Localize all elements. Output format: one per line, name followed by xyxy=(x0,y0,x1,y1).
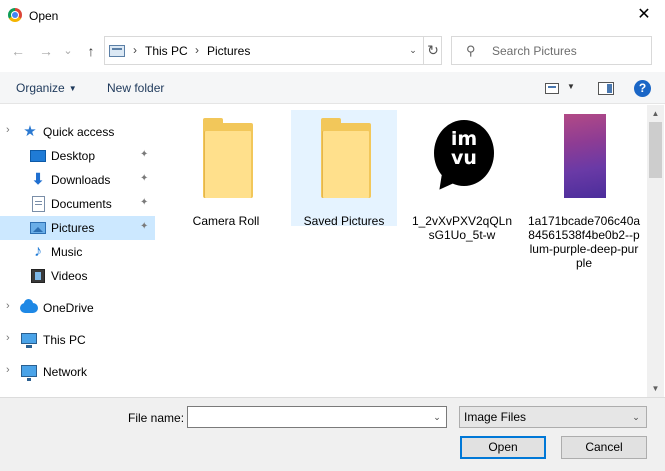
documents-icon xyxy=(32,196,45,212)
downloads-icon: ⬇ xyxy=(31,171,45,188)
nav-item-videos[interactable]: Videos xyxy=(0,264,155,288)
address-bar[interactable]: › This PC › Pictures ⌄ ↻ xyxy=(104,36,442,65)
expand-chevron-icon[interactable]: › xyxy=(6,300,10,312)
scrollbar-thumb[interactable] xyxy=(649,122,662,178)
scroll-up-icon[interactable]: ▲ xyxy=(647,105,664,122)
nav-item-onedrive[interactable]: › OneDrive xyxy=(0,296,155,320)
file-item-saved-pictures[interactable]: Saved Pictures xyxy=(291,110,397,228)
breadcrumb-separator: › xyxy=(133,43,137,57)
nav-label: Desktop xyxy=(51,149,96,163)
nav-item-network[interactable]: › Network xyxy=(0,360,155,384)
vertical-scrollbar[interactable]: ▲ ▼ xyxy=(647,105,664,397)
organize-label: Organize xyxy=(16,81,65,95)
nav-label: Downloads xyxy=(51,173,111,187)
pictures-location-icon xyxy=(109,45,125,57)
image-thumbnail xyxy=(564,114,606,198)
help-icon[interactable]: ? xyxy=(634,80,651,97)
chevron-down-icon: ▼ xyxy=(68,84,77,93)
desktop-icon xyxy=(30,150,46,162)
breadcrumb-pictures[interactable]: Pictures xyxy=(207,44,250,58)
file-item-purple-image[interactable]: 1a171bcade706c40a84561538f4be0b2--plum-p… xyxy=(527,110,641,280)
up-arrow-icon[interactable]: ↑ xyxy=(82,42,100,60)
pin-icon: ✦ xyxy=(140,197,149,208)
chrome-app-icon xyxy=(8,8,22,22)
new-folder-button[interactable]: New folder xyxy=(107,81,164,95)
nav-label: OneDrive xyxy=(43,301,94,315)
organize-button[interactable]: Organize ▼ xyxy=(16,81,77,95)
scroll-down-icon[interactable]: ▼ xyxy=(647,380,664,397)
file-item-camera-roll[interactable]: Camera Roll xyxy=(173,110,279,228)
window-title: Open xyxy=(29,9,59,23)
back-arrow-icon[interactable]: ← xyxy=(9,42,27,60)
thumbnail-logo-text: im vu xyxy=(450,128,478,169)
file-type-value: Image Files xyxy=(464,410,527,424)
nav-label: Quick access xyxy=(43,125,115,139)
nav-label: Music xyxy=(51,245,83,259)
nav-item-this-pc[interactable]: › This PC xyxy=(0,328,155,352)
folder-icon xyxy=(203,118,253,198)
open-button[interactable]: Open xyxy=(460,436,546,459)
cancel-button[interactable]: Cancel xyxy=(561,436,647,459)
pictures-icon xyxy=(30,222,46,234)
file-name-label: File name: xyxy=(128,411,185,425)
music-icon: ♪ xyxy=(34,243,42,260)
nav-item-pictures[interactable]: Pictures ✦ xyxy=(0,216,155,240)
title-bar: Open ✕ xyxy=(0,0,665,32)
nav-label: Pictures xyxy=(51,221,95,235)
close-icon[interactable]: ✕ xyxy=(636,6,652,24)
pin-icon: ✦ xyxy=(140,173,149,184)
expand-chevron-icon[interactable]: › xyxy=(6,332,10,344)
nav-item-quick-access[interactable]: › ★ Quick access xyxy=(0,120,155,144)
navigation-pane: › ★ Quick access Desktop ✦ ⬇ Downloads ✦… xyxy=(0,105,157,397)
file-name: 1a171bcade706c40a84561538f4be0b2--plum-p… xyxy=(527,214,641,270)
nav-label: Network xyxy=(43,365,88,379)
change-view-icon[interactable] xyxy=(545,83,559,94)
star-icon: ★ xyxy=(23,123,37,140)
nav-item-music[interactable]: ♪ Music xyxy=(0,240,155,264)
this-pc-icon xyxy=(21,333,37,348)
file-name: Saved Pictures xyxy=(303,214,385,228)
file-item-imvu-image[interactable]: im vu 1_2vXvPXV2qQLnsG1Uo_5t-w xyxy=(409,110,515,250)
network-icon xyxy=(21,365,37,381)
command-toolbar: Organize ▼ New folder ▼ ? xyxy=(0,72,665,104)
file-type-select[interactable]: Image Files ⌄ xyxy=(459,406,647,428)
onedrive-icon xyxy=(20,299,38,313)
expand-chevron-icon[interactable]: › xyxy=(6,124,10,136)
refresh-icon[interactable]: ↻ xyxy=(423,37,442,64)
pin-icon: ✦ xyxy=(140,221,149,232)
image-thumbnail: im vu xyxy=(429,114,499,198)
videos-icon xyxy=(31,269,45,283)
nav-item-desktop[interactable]: Desktop ✦ xyxy=(0,144,155,168)
breadcrumb-separator: › xyxy=(195,43,199,57)
file-name-dropdown-icon[interactable]: ⌄ xyxy=(428,407,446,427)
dialog-footer: File name: ⌄ Image Files ⌄ Open Cancel xyxy=(0,397,665,471)
address-dropdown-icon[interactable]: ⌄ xyxy=(404,37,422,64)
file-list: Camera Roll Saved Pictures im vu 1_2vXvP… xyxy=(158,105,647,397)
nav-label: This PC xyxy=(43,333,86,347)
search-placeholder: Search Pictures xyxy=(492,44,577,58)
recent-locations-icon[interactable]: ⌄ xyxy=(62,42,74,60)
search-icon: ⚲ xyxy=(466,43,476,58)
file-name-input[interactable]: ⌄ xyxy=(187,406,447,428)
nav-label: Documents xyxy=(51,197,112,211)
folder-icon xyxy=(321,118,371,198)
forward-arrow-icon[interactable]: → xyxy=(37,42,55,60)
chevron-down-icon: ⌄ xyxy=(632,412,640,422)
view-options-chevron-icon[interactable]: ▼ xyxy=(567,82,575,91)
search-box[interactable]: ⚲ Search Pictures xyxy=(451,36,652,65)
file-name: Camera Roll xyxy=(192,214,260,228)
nav-item-downloads[interactable]: ⬇ Downloads ✦ xyxy=(0,168,155,192)
nav-label: Videos xyxy=(51,269,88,283)
nav-item-documents[interactable]: Documents ✦ xyxy=(0,192,155,216)
expand-chevron-icon[interactable]: › xyxy=(6,364,10,376)
pin-icon: ✦ xyxy=(140,149,149,160)
preview-pane-icon[interactable] xyxy=(598,82,614,95)
file-name: 1_2vXvPXV2qQLnsG1Uo_5t-w xyxy=(411,214,513,242)
breadcrumb-this-pc[interactable]: This PC xyxy=(145,44,188,58)
